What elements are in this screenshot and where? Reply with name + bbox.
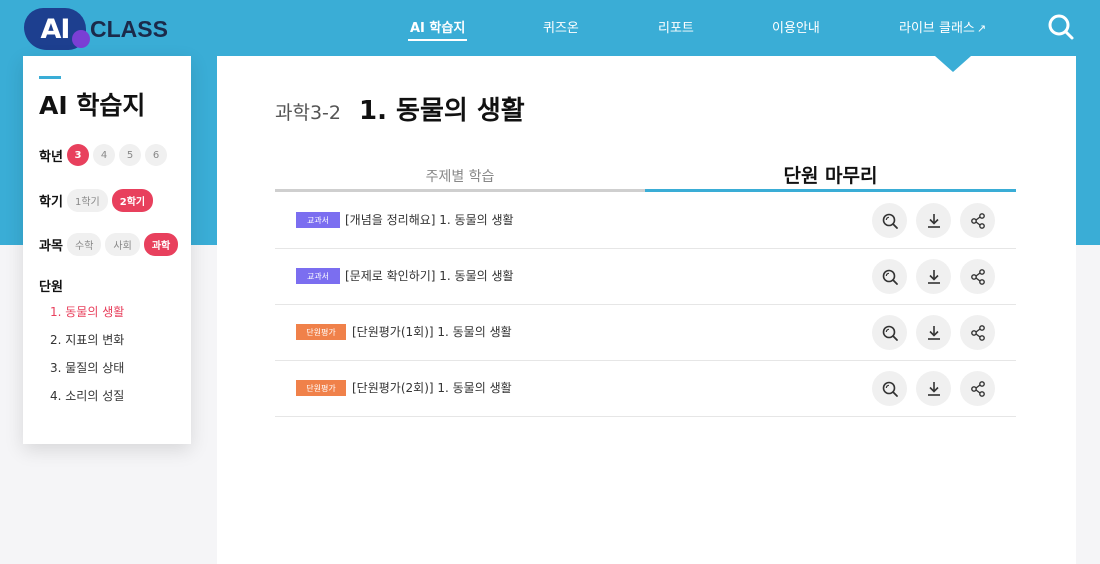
row-actions: [872, 315, 1004, 350]
search-icon: [1048, 14, 1074, 40]
download-icon: [927, 325, 940, 340]
page-heading: 과학3-2 1. 동물의 생활: [275, 90, 525, 127]
list-item: 교과서 [문제로 확인하기] 1. 동물의 생활: [275, 249, 1016, 305]
semester-chip-2[interactable]: 2학기: [111, 189, 154, 212]
nav-live-class-label: 라이브 클래스: [899, 21, 975, 36]
worksheet-title[interactable]: [단원평가(2회)] 1. 동물의 생활: [352, 379, 512, 396]
unit-item-4[interactable]: 4. 소리의 성질: [50, 387, 124, 415]
unit-list: 1. 동물의 생활 2. 지표의 변화 3. 물질의 상태 4. 소리의 성질: [50, 303, 124, 415]
share-icon: [970, 380, 985, 397]
logo-class-text: CLASS: [90, 15, 168, 42]
worksheet-title[interactable]: [개념을 정리해요] 1. 동물의 생활: [345, 211, 514, 228]
textbook-badge: 교과서: [296, 212, 340, 228]
nav-guide[interactable]: 이용안내: [772, 17, 820, 36]
unit-item-3[interactable]: 3. 물질의 상태: [50, 359, 124, 387]
main-panel: 과학3-2 1. 동물의 생활 주제별 학습 단원 마무리 교과서 [개념을 정…: [217, 56, 1076, 564]
unit-item-2[interactable]: 2. 지표의 변화: [50, 331, 124, 359]
download-button[interactable]: [916, 259, 951, 294]
nav-ai-worksheet[interactable]: AI 학습지: [407, 17, 468, 41]
tab-unit-review[interactable]: 단원 마무리: [645, 156, 1016, 192]
logo-ai-text: AI: [40, 13, 71, 45]
subject-code: 과학3-2: [275, 102, 341, 124]
tab-bar: 주제별 학습 단원 마무리: [275, 156, 1016, 192]
worksheet-title[interactable]: [문제로 확인하기] 1. 동물의 생활: [345, 267, 514, 284]
share-icon: [970, 324, 985, 341]
preview-button[interactable]: [872, 315, 907, 350]
download-icon: [927, 269, 940, 284]
page-title: 1. 동물의 생활: [359, 96, 525, 126]
textbook-badge: 교과서: [296, 268, 340, 284]
share-icon: [970, 212, 985, 229]
list-item: 단원평가 [단원평가(2회)] 1. 동물의 생활: [275, 361, 1016, 417]
preview-icon: [882, 213, 898, 229]
external-link-icon: ↗: [976, 22, 987, 35]
worksheet-list: 교과서 [개념을 정리해요] 1. 동물의 생활 교과서 [문제로 확인하기] …: [275, 193, 1016, 417]
semester-chip-1[interactable]: 1학기: [67, 189, 108, 212]
preview-button[interactable]: [872, 203, 907, 238]
logo[interactable]: AI CLASS: [24, 6, 168, 52]
row-actions: [872, 203, 1004, 238]
list-item: 교과서 [개념을 정리해요] 1. 동물의 생활: [275, 193, 1016, 249]
nav-report[interactable]: 리포트: [658, 17, 694, 36]
share-icon: [970, 268, 985, 285]
subject-chip-math[interactable]: 수학: [67, 233, 102, 256]
grade-label: 학년: [39, 149, 63, 165]
download-button[interactable]: [916, 371, 951, 406]
tab-topic-study[interactable]: 주제별 학습: [275, 156, 645, 192]
download-icon: [927, 213, 940, 228]
download-icon: [927, 381, 940, 396]
share-button[interactable]: [960, 203, 995, 238]
semester-filter: 학기 1학기 2학기: [39, 189, 157, 212]
unit-eval-badge: 단원평가: [296, 324, 346, 340]
grade-chip-4[interactable]: 4: [93, 144, 115, 166]
sidebar-title: AI 학습지: [39, 91, 146, 120]
top-header: AI CLASS AI 학습지 퀴즈온 리포트 이용안내 라이브 클래스 ↗: [0, 0, 1100, 56]
share-button[interactable]: [960, 315, 995, 350]
preview-button[interactable]: [872, 259, 907, 294]
preview-icon: [882, 269, 898, 285]
semester-label: 학기: [39, 195, 63, 210]
subject-chip-science[interactable]: 과학: [143, 233, 179, 256]
download-button[interactable]: [916, 315, 951, 350]
unit-label: 단원: [39, 280, 63, 295]
download-button[interactable]: [916, 203, 951, 238]
preview-icon: [882, 325, 898, 341]
grade-filter: 학년 3 4 5 6: [39, 144, 171, 166]
search-button[interactable]: [1046, 12, 1076, 42]
unit-eval-badge: 단원평가: [296, 380, 346, 396]
nav-live-class[interactable]: 라이브 클래스 ↗: [899, 17, 986, 36]
logo-mark: AI: [24, 8, 90, 50]
grade-chip-3[interactable]: 3: [67, 144, 89, 166]
sidebar: AI 학습지 학년 3 4 5 6 학기 1학기 2학기 과목 수학 사회 과학…: [23, 56, 191, 444]
row-actions: [872, 371, 1004, 406]
subject-label: 과목: [39, 239, 63, 254]
sidebar-accent-bar: [39, 76, 61, 79]
preview-button[interactable]: [872, 371, 907, 406]
grade-chip-6[interactable]: 6: [145, 144, 167, 166]
subject-filter: 과목 수학 사회 과학: [39, 233, 182, 256]
preview-icon: [882, 381, 898, 397]
share-button[interactable]: [960, 259, 995, 294]
unit-item-1[interactable]: 1. 동물의 생활: [50, 303, 124, 331]
nav-quiz-on[interactable]: 퀴즈온: [543, 17, 579, 36]
row-actions: [872, 259, 1004, 294]
subject-chip-social[interactable]: 사회: [105, 233, 140, 256]
active-nav-pointer: [935, 56, 971, 72]
grade-chip-5[interactable]: 5: [119, 144, 141, 166]
list-item: 단원평가 [단원평가(1회)] 1. 동물의 생활: [275, 305, 1016, 361]
worksheet-title[interactable]: [단원평가(1회)] 1. 동물의 생활: [352, 323, 512, 340]
share-button[interactable]: [960, 371, 995, 406]
